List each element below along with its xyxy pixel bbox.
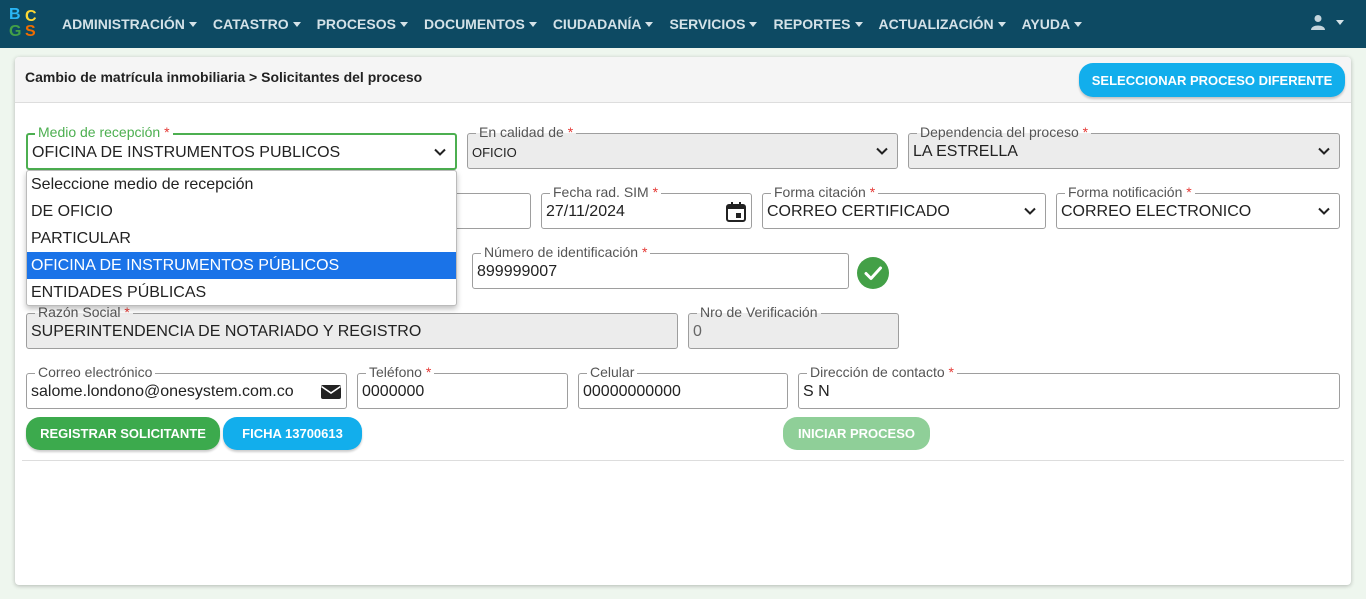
menu-documentos[interactable]: DOCUMENTOS: [424, 16, 537, 32]
razon-social-input[interactable]: Razón Social * SUPERINTENDENCIA DE NOTAR…: [26, 303, 678, 349]
logo-letter-s: S: [25, 23, 36, 40]
caret-down-icon: [188, 21, 197, 27]
numero-identificacion-label: Número de identificación: [484, 244, 639, 260]
chevron-down-icon: [434, 148, 446, 156]
menu-ciudadania[interactable]: CIUDADANÍA: [553, 16, 654, 32]
caret-down-icon: [292, 21, 301, 27]
caret-down-icon: [645, 21, 654, 27]
caret-down-icon: [854, 21, 863, 27]
verified-check-icon: [857, 257, 889, 289]
top-navbar: B C G S ADMINISTRACIÓN CATASTRO PROCESOS…: [0, 0, 1366, 48]
card-header: Cambio de matrícula inmobiliaria > Solic…: [15, 57, 1351, 103]
menu-procesos[interactable]: PROCESOS: [317, 16, 408, 32]
medio-recepcion-value: OFICINA DE INSTRUMENTOS PUBLICOS: [32, 144, 341, 161]
option-entidades-publicas[interactable]: ENTIDADES PÚBLICAS: [27, 279, 456, 306]
celular-value: 00000000000: [583, 383, 681, 400]
registrar-solicitante-button[interactable]: REGISTRAR SOLICITANTE: [26, 417, 220, 450]
forma-notificacion-select[interactable]: Forma notificación * CORREO ELECTRONICO: [1056, 183, 1340, 229]
main-menu: ADMINISTRACIÓN CATASTRO PROCESOS DOCUMEN…: [62, 0, 1098, 48]
chevron-down-icon: [1024, 207, 1036, 215]
caret-down-icon: [997, 21, 1006, 27]
dependencia-label: Dependencia del proceso: [920, 124, 1079, 140]
telefono-value: 0000000: [362, 383, 425, 400]
chevron-down-icon: [1318, 207, 1330, 215]
menu-reportes[interactable]: REPORTES: [773, 16, 863, 32]
forma-citacion-select[interactable]: Forma citación * CORREO CERTIFICADO: [762, 183, 1046, 229]
celular-label: Celular: [590, 364, 635, 380]
option-particular[interactable]: PARTICULAR: [27, 225, 456, 252]
caret-down-icon: [749, 21, 758, 27]
en-calidad-de-label: En calidad de: [479, 124, 564, 140]
direccion-value: S N: [803, 383, 830, 400]
medio-recepcion-select[interactable]: Medio de recepción * OFICINA DE INSTRUME…: [26, 123, 457, 170]
razon-social-label: Razón Social: [38, 304, 121, 320]
caret-down-icon: [1336, 19, 1344, 25]
nro-verificacion-input[interactable]: Nro de Verificación 0: [688, 303, 899, 349]
calendar-icon[interactable]: [725, 201, 747, 223]
user-menu[interactable]: [1310, 14, 1344, 30]
correo-value: salome.londono@onesystem.com.co: [31, 383, 294, 400]
forma-citacion-value: CORREO CERTIFICADO: [767, 203, 950, 220]
caret-down-icon: [1074, 21, 1083, 27]
nro-verificacion-label: Nro de Verificación: [700, 304, 818, 320]
logo-letter-b: B: [9, 6, 21, 23]
direccion-label: Dirección de contacto: [810, 364, 945, 380]
telefono-input[interactable]: Teléfono * 0000000: [357, 363, 568, 409]
option-de-oficio[interactable]: DE OFICIO: [27, 198, 456, 225]
menu-catastro[interactable]: CATASTRO: [213, 16, 301, 32]
razon-social-value: SUPERINTENDENCIA DE NOTARIADO Y REGISTRO: [31, 323, 422, 340]
forma-notificacion-label: Forma notificación: [1068, 184, 1183, 200]
user-icon: [1311, 15, 1325, 30]
section-divider: [22, 460, 1344, 461]
medio-recepcion-label: Medio de recepción: [38, 124, 161, 140]
menu-actualizacion[interactable]: ACTUALIZACIÓN: [879, 16, 1006, 32]
correo-input[interactable]: Correo electrónico salome.londono@onesys…: [26, 363, 347, 409]
caret-down-icon: [399, 21, 408, 27]
chevron-down-icon: [876, 147, 888, 155]
numero-identificacion-value: 899999007: [477, 263, 558, 280]
celular-input[interactable]: Celular 00000000000: [578, 363, 788, 409]
fecha-rad-sim-input[interactable]: Fecha rad. SIM * 27/11/2024: [541, 183, 752, 229]
fecha-rad-sim-label: Fecha rad. SIM: [553, 184, 649, 200]
dependencia-value: LA ESTRELLA: [913, 143, 1018, 160]
breadcrumb: Cambio de matrícula inmobiliaria > Solic…: [25, 69, 423, 85]
fecha-rad-sim-value: 27/11/2024: [546, 203, 625, 220]
direccion-input[interactable]: Dirección de contacto * S N: [798, 363, 1340, 409]
select-other-process-button[interactable]: SELECCIONAR PROCESO DIFERENTE: [1079, 63, 1345, 97]
correo-label: Correo electrónico: [38, 364, 153, 380]
forma-citacion-label: Forma citación: [774, 184, 866, 200]
iniciar-proceso-button[interactable]: INICIAR PROCESO: [783, 417, 930, 450]
chevron-down-icon: [1318, 147, 1330, 155]
menu-servicios[interactable]: SERVICIOS: [669, 16, 758, 32]
caret-down-icon: [528, 21, 537, 27]
ficha-button[interactable]: FICHA 13700613: [223, 417, 362, 450]
option-oficina-instrumentos-publicos[interactable]: OFICINA DE INSTRUMENTOS PÚBLICOS: [27, 252, 456, 279]
logo-letter-g: G: [9, 23, 22, 40]
forma-notificacion-value: CORREO ELECTRONICO: [1061, 203, 1252, 220]
numero-identificacion-input[interactable]: Número de identificación * 899999007: [472, 243, 849, 289]
dependencia-select[interactable]: Dependencia del proceso * LA ESTRELLA: [908, 123, 1340, 169]
nro-verificacion-value: 0: [693, 323, 702, 340]
option-seleccione[interactable]: Seleccione medio de recepción: [27, 171, 456, 198]
en-calidad-de-value: OFICIO: [472, 145, 517, 160]
menu-administracion[interactable]: ADMINISTRACIÓN: [62, 16, 197, 32]
menu-ayuda[interactable]: AYUDA: [1022, 16, 1083, 32]
bcgs-logo[interactable]: B C G S: [8, 6, 42, 42]
telefono-label: Teléfono: [369, 364, 422, 380]
medio-recepcion-dropdown: Seleccione medio de recepción DE OFICIO …: [26, 170, 457, 306]
envelope-icon: [321, 385, 341, 399]
en-calidad-de-select[interactable]: En calidad de * OFICIO: [467, 123, 898, 169]
